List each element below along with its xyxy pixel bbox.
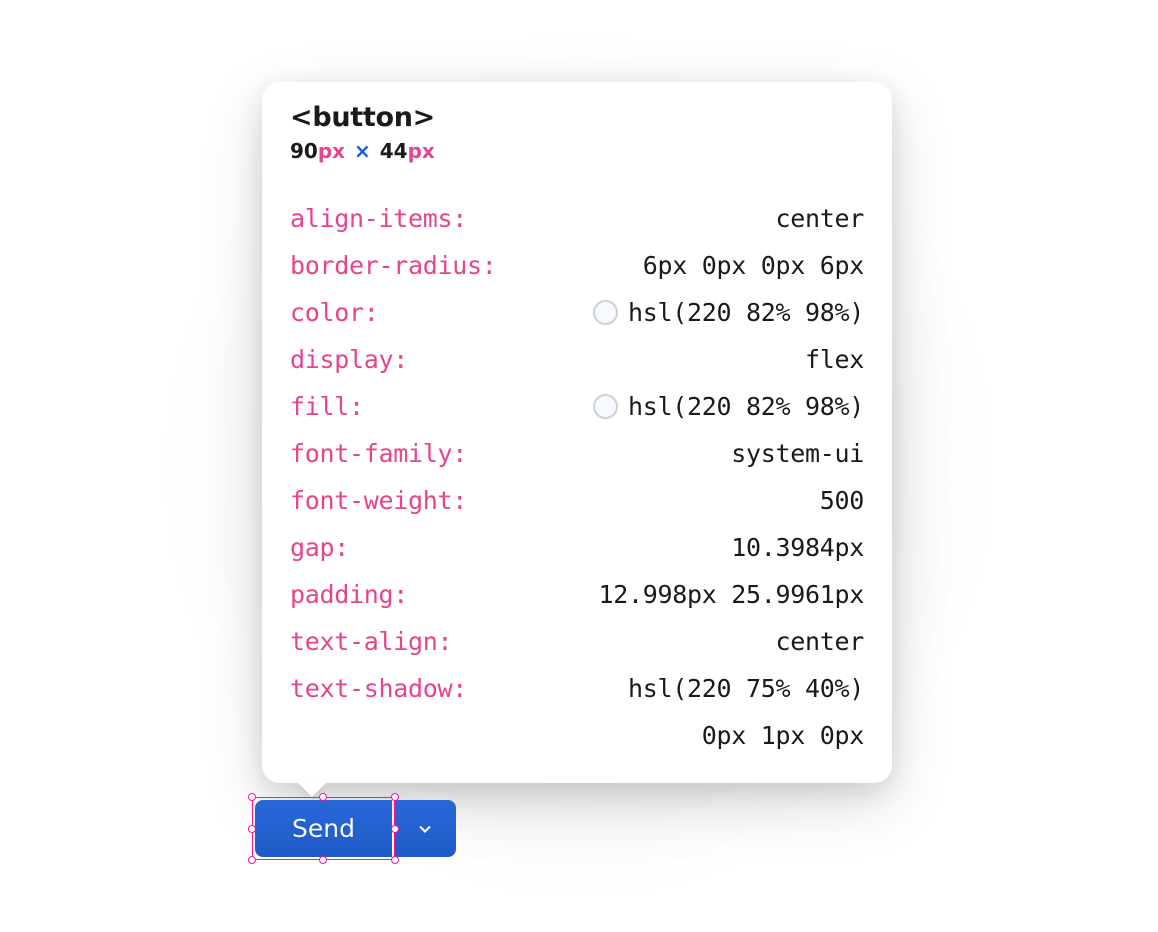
chevron-down-icon bbox=[415, 819, 435, 839]
css-property-value: center bbox=[775, 618, 864, 665]
css-property-value: 500 bbox=[820, 477, 864, 524]
css-property-name: text-shadow: bbox=[290, 665, 467, 712]
css-property-value: flex bbox=[805, 336, 864, 383]
css-property-name: text-align: bbox=[290, 618, 452, 665]
tooltip-tail bbox=[298, 783, 326, 797]
css-property-row: display: flex bbox=[290, 336, 864, 383]
css-property-name: color: bbox=[290, 289, 379, 336]
resize-handle[interactable] bbox=[319, 856, 327, 864]
css-property-row: align-items: center bbox=[290, 195, 864, 242]
color-swatch bbox=[593, 394, 618, 419]
dimension-height-unit: px bbox=[408, 139, 435, 163]
dimension-separator: × bbox=[354, 139, 371, 163]
css-property-value: center bbox=[775, 195, 864, 242]
css-property-name: border-radius: bbox=[290, 242, 497, 289]
element-tag: <button> bbox=[290, 102, 864, 133]
send-button-group: Send bbox=[255, 800, 456, 857]
send-button-label: Send bbox=[292, 814, 355, 843]
resize-handle[interactable] bbox=[391, 856, 399, 864]
css-property-row: fill: hsl(220 82% 98%) bbox=[290, 383, 864, 430]
css-property-value: hsl(220 75% 40%)0px 1px 0px bbox=[628, 665, 864, 759]
css-property-name: display: bbox=[290, 336, 408, 383]
resize-handle[interactable] bbox=[248, 793, 256, 801]
resize-handle[interactable] bbox=[248, 856, 256, 864]
css-property-name: padding: bbox=[290, 571, 408, 618]
dimension-width-unit: px bbox=[318, 139, 345, 163]
dimension-width: 90 bbox=[290, 139, 318, 163]
css-property-row: padding: 12.998px 25.9961px bbox=[290, 571, 864, 618]
css-property-row: gap: 10.3984px bbox=[290, 524, 864, 571]
css-property-name: font-weight: bbox=[290, 477, 467, 524]
send-button[interactable]: Send bbox=[255, 800, 392, 857]
send-dropdown-button[interactable] bbox=[394, 800, 456, 857]
color-swatch bbox=[593, 300, 618, 325]
resize-handle[interactable] bbox=[248, 825, 256, 833]
css-property-value: 12.998px 25.9961px bbox=[598, 571, 864, 618]
css-property-name: gap: bbox=[290, 524, 349, 571]
css-inspector-tooltip: <button> 90px × 44px align-items:centerb… bbox=[262, 82, 892, 783]
element-dimensions: 90px × 44px bbox=[290, 139, 864, 163]
css-property-name: font-family: bbox=[290, 430, 467, 477]
css-property-row: text-shadow: hsl(220 75% 40%)0px 1px 0px bbox=[290, 665, 864, 759]
css-property-value: hsl(220 82% 98%) bbox=[593, 289, 864, 336]
css-property-row: border-radius: 6px 0px 0px 6px bbox=[290, 242, 864, 289]
css-property-name: align-items: bbox=[290, 195, 467, 242]
css-property-value: system-ui bbox=[731, 430, 864, 477]
css-property-row: font-family: system-ui bbox=[290, 430, 864, 477]
css-property-value: 10.3984px bbox=[731, 524, 864, 571]
css-property-value: 6px 0px 0px 6px bbox=[643, 242, 864, 289]
dimension-height: 44 bbox=[380, 139, 408, 163]
css-property-value: hsl(220 82% 98%) bbox=[593, 383, 864, 430]
css-property-row: text-align: center bbox=[290, 618, 864, 665]
css-property-row: font-weight: 500 bbox=[290, 477, 864, 524]
css-property-row: color: hsl(220 82% 98%) bbox=[290, 289, 864, 336]
css-property-name: fill: bbox=[290, 383, 364, 430]
